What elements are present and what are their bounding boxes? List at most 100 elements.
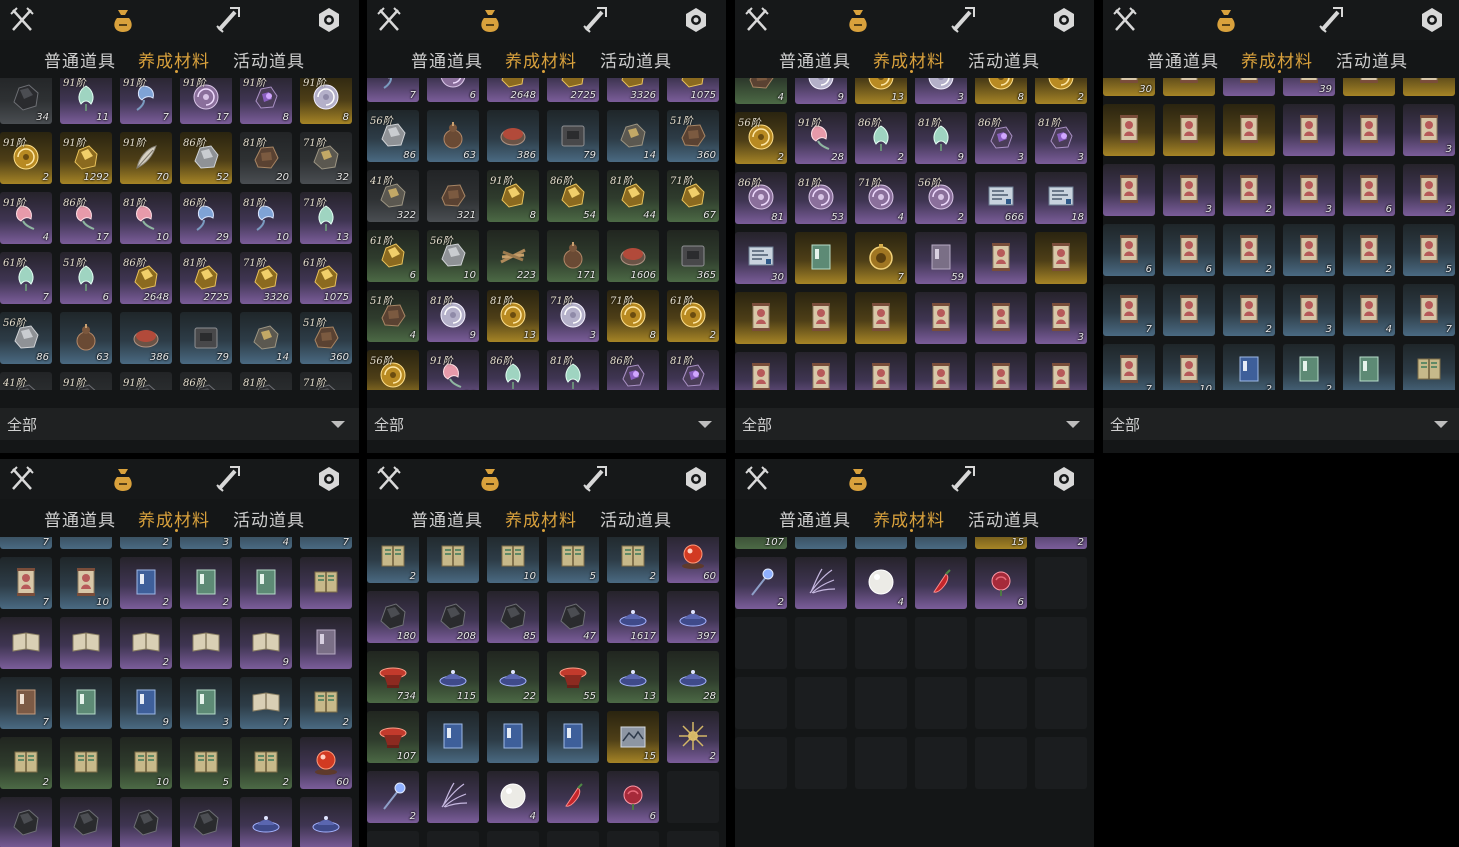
item-slot[interactable]: 3 — [180, 677, 232, 729]
sub-tab-event-items[interactable]: 活动道具 — [968, 506, 1040, 531]
money-bag-icon[interactable] — [108, 4, 138, 36]
item-slot[interactable]: 7 — [0, 557, 52, 609]
item-slot[interactable]: 15 — [607, 711, 659, 763]
item-slot[interactable]: 208 — [427, 591, 479, 643]
badge-icon[interactable] — [1049, 463, 1079, 495]
item-slot[interactable]: 9 — [240, 617, 292, 669]
item-slot[interactable]: 56阶 2 — [735, 112, 787, 164]
sub-tab-event-items[interactable]: 活动道具 — [968, 47, 1040, 72]
item-slot[interactable]: 60 — [667, 537, 719, 583]
item-slot[interactable] — [1403, 78, 1455, 96]
item-slot[interactable]: 2 — [1223, 164, 1275, 216]
sub-tab-growth-materials[interactable]: 养成材料 — [873, 506, 945, 531]
item-slot[interactable]: 7 — [367, 78, 419, 102]
item-slot[interactable]: 51阶 360 — [300, 312, 352, 364]
sub-tab-event-items[interactable]: 活动道具 — [233, 47, 305, 72]
item-slot[interactable]: 85 — [487, 591, 539, 643]
item-slot[interactable] — [547, 771, 599, 823]
item-slot[interactable]: 6 — [975, 557, 1027, 609]
sub-tab-event-items[interactable]: 活动道具 — [600, 506, 672, 531]
item-slot[interactable]: 171 — [547, 230, 599, 282]
item-slot[interactable]: 71阶 32 — [300, 132, 352, 184]
item-slot[interactable] — [795, 537, 847, 549]
item-slot[interactable] — [180, 797, 232, 847]
item-slot[interactable]: 61阶 7 — [0, 252, 52, 304]
item-slot[interactable]: 107 — [367, 711, 419, 763]
item-slot[interactable] — [975, 232, 1027, 284]
item-slot[interactable]: 2 — [120, 617, 172, 669]
item-slot[interactable]: 47 — [547, 591, 599, 643]
item-slot[interactable]: 91阶 1292 — [60, 132, 112, 184]
item-slot[interactable]: 61阶2 — [1035, 78, 1087, 104]
item-slot[interactable]: 81阶 20 — [240, 132, 292, 184]
item-slot[interactable] — [735, 292, 787, 344]
item-slot[interactable]: 81阶9 — [915, 112, 967, 164]
crossed-swords-icon[interactable] — [374, 4, 404, 36]
badge-icon[interactable] — [314, 4, 344, 36]
scroll-quill-icon[interactable] — [947, 4, 977, 36]
item-slot[interactable] — [180, 617, 232, 669]
item-slot[interactable]: 81阶 10 — [240, 192, 292, 244]
item-slot[interactable]: 2 — [120, 557, 172, 609]
item-slot[interactable] — [240, 797, 292, 847]
item-slot[interactable]: 2648 — [487, 78, 539, 102]
filter-dropdown[interactable]: 全部 — [1103, 408, 1459, 440]
item-slot[interactable]: 81阶13 — [855, 78, 907, 104]
item-slot[interactable] — [795, 352, 847, 390]
item-slot[interactable]: 180 — [367, 591, 419, 643]
item-slot[interactable]: 61阶 6 — [367, 230, 419, 282]
item-slot[interactable]: 71阶 — [300, 372, 352, 390]
item-slot[interactable] — [1163, 104, 1215, 156]
item-slot[interactable]: 3 — [180, 537, 232, 549]
item-slot[interactable]: 2 — [0, 737, 52, 789]
item-slot[interactable]: 7 — [240, 677, 292, 729]
crossed-swords-icon[interactable] — [7, 463, 37, 495]
item-slot[interactable]: 3 — [1283, 164, 1335, 216]
item-slot[interactable]: 79 — [547, 110, 599, 162]
item-slot[interactable]: 56阶 86 — [0, 312, 52, 364]
item-slot[interactable]: 61阶2 — [667, 290, 719, 342]
item-slot[interactable] — [855, 537, 907, 549]
item-slot[interactable]: 6 — [607, 771, 659, 823]
sub-tab-growth-materials[interactable]: 养成材料 — [138, 506, 210, 531]
item-slot[interactable]: 79 — [180, 312, 232, 364]
sub-tab-common-items[interactable]: 普通道具 — [779, 47, 851, 72]
item-slot[interactable]: 2 — [367, 771, 419, 823]
scroll-quill-icon[interactable] — [1315, 4, 1345, 36]
crossed-swords-icon[interactable] — [742, 463, 772, 495]
item-slot[interactable]: 91阶 — [60, 372, 112, 390]
item-slot[interactable]: 666 — [975, 172, 1027, 224]
item-slot[interactable]: 3326 — [607, 78, 659, 102]
badge-icon[interactable] — [1417, 4, 1447, 36]
item-slot[interactable] — [1103, 104, 1155, 156]
item-slot[interactable]: 386 — [120, 312, 172, 364]
item-slot[interactable]: 22 — [487, 651, 539, 703]
filter-dropdown[interactable]: 全部 — [0, 408, 359, 440]
item-slot[interactable]: 2 — [120, 537, 172, 549]
sub-tab-common-items[interactable]: 普通道具 — [411, 47, 483, 72]
item-slot[interactable] — [975, 292, 1027, 344]
crossed-swords-icon[interactable] — [742, 4, 772, 36]
filter-dropdown[interactable]: 全部 — [735, 408, 1094, 440]
item-slot[interactable] — [1163, 78, 1215, 96]
item-slot[interactable]: 4 — [487, 771, 539, 823]
item-slot[interactable]: 91阶 8 — [300, 78, 352, 124]
item-slot[interactable] — [915, 352, 967, 390]
item-slot[interactable]: 81阶 44 — [607, 170, 659, 222]
item-slot[interactable] — [427, 771, 479, 823]
item-slot[interactable]: 7 — [0, 677, 52, 729]
item-grid-viewport[interactable]: 2 10 5 2 60 180 208 85 47 1617 397 734 115 22 55 13 28 10… — [367, 537, 726, 847]
item-grid-viewport[interactable]: 30 39 3 3 2 3 6 2 6 6 2 5 2 5 7 2 3 4 7 7 10 2 2 — [1103, 78, 1459, 390]
item-slot[interactable]: 115 — [427, 651, 479, 703]
item-slot[interactable]: 7 — [1403, 284, 1455, 336]
item-slot[interactable]: 60 — [300, 737, 352, 789]
item-slot[interactable]: 365 — [667, 230, 719, 282]
item-slot[interactable]: 81阶9 — [795, 78, 847, 104]
item-grid-viewport[interactable]: 7 2 3 4 7 7 10 2 2 2 9 7 9 3 7 2 2 10 5 2 60 — [0, 537, 359, 847]
sub-tab-growth-materials[interactable]: 养成材料 — [138, 47, 210, 72]
item-slot[interactable]: 7 — [0, 537, 52, 549]
item-slot[interactable]: 56阶 2 — [915, 172, 967, 224]
item-slot[interactable]: 2 — [180, 557, 232, 609]
item-slot[interactable]: 86阶 — [487, 350, 539, 390]
item-slot[interactable]: 51阶4 — [735, 78, 787, 104]
